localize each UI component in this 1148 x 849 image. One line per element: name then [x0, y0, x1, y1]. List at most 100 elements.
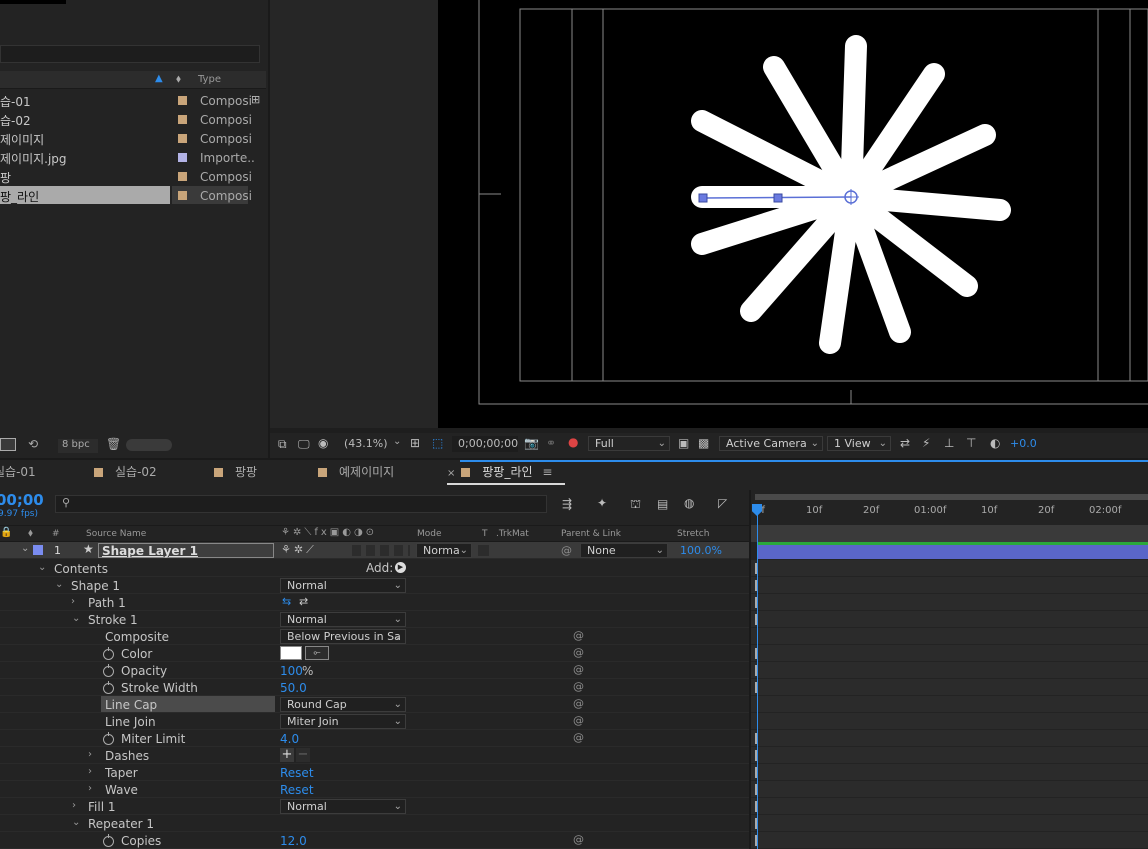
graph-editor-icon[interactable]: ◸ [718, 496, 727, 510]
project-item[interactable]: 팡 Composi [0, 167, 252, 186]
expression-pickwhip-icon[interactable]: @ [573, 697, 584, 710]
project-search-input[interactable] [0, 45, 260, 63]
grid-guides-icon[interactable]: ⊞ [410, 436, 420, 450]
add-menu-arrow-icon[interactable]: ▶ [395, 562, 406, 573]
property-row-line-cap[interactable]: Line Cap Round Cap ⌄ @ [0, 696, 750, 713]
toggle-mask-icon[interactable]: ⬚ [432, 436, 443, 450]
stroke-width-value[interactable]: 50.0 [280, 681, 307, 695]
property-row-fill1[interactable]: › Fill 1 Normal ⌄ [0, 798, 750, 815]
property-row-stroke1[interactable]: ⌄ Stroke 1 Normal ⌄ [0, 611, 750, 628]
miter-limit-value[interactable]: 4.0 [280, 732, 299, 746]
type-column-header[interactable]: Type [198, 74, 221, 85]
line-join-dropdown[interactable]: Miter Join ⌄ [280, 714, 406, 729]
add-dash-icon[interactable]: + [280, 748, 294, 762]
timeline-icon[interactable]: ⊥ [944, 436, 954, 450]
layer-duration-bar[interactable] [757, 542, 1148, 559]
mode-column-header[interactable]: Mode [417, 529, 442, 539]
property-row-color[interactable]: Color ⟜ @ [0, 645, 750, 662]
property-row-wave[interactable]: › Wave Reset [0, 781, 750, 798]
fast-previews-icon[interactable]: ⚡ [922, 436, 930, 450]
stretch-value[interactable]: 100.0% [680, 544, 722, 557]
timeline-search-input[interactable]: ⚲ [55, 495, 547, 513]
chevron-right-icon[interactable]: › [88, 749, 92, 760]
shy-layers-icon[interactable]: ⛫ [630, 497, 641, 513]
layer-switch-icons[interactable]: ⚘✲⟋ [281, 543, 317, 557]
expression-pickwhip-icon[interactable]: @ [573, 714, 584, 727]
region-of-interest-icon[interactable]: ▣ [678, 436, 689, 450]
interpret-footage-icon[interactable] [0, 438, 16, 451]
parent-dropdown[interactable]: None ⌄ [580, 543, 668, 558]
mask-icon[interactable]: ◉ [318, 436, 328, 450]
property-row-composite[interactable]: Composite Below Previous in Sa ⌄ @ [0, 628, 750, 645]
composite-dropdown[interactable]: Below Previous in Sa ⌄ [280, 629, 406, 644]
transparency-grid-icon[interactable]: ▩ [698, 436, 709, 450]
layer-name[interactable]: Shape Layer 1 [102, 544, 198, 558]
chevron-right-icon[interactable]: › [71, 596, 75, 607]
eyedropper-icon[interactable]: ⟜ [305, 646, 329, 660]
exposure-icon[interactable]: ◐ [990, 436, 1000, 450]
property-row-taper[interactable]: › Taper Reset [0, 764, 750, 781]
property-row-stroke-width[interactable]: Stroke Width 50.0 @ [0, 679, 750, 696]
time-ruler[interactable]: 0f 10f 20f 01:00f 10f 20f 02:00f [751, 490, 1148, 524]
project-item[interactable]: 습-01 Composi ⊞ [0, 91, 260, 110]
taper-reset-link[interactable]: Reset [280, 766, 314, 780]
view-layout-dropdown[interactable]: 1 View ⌄ [827, 436, 891, 451]
chevron-down-icon[interactable]: ⌄ [38, 562, 46, 573]
stopwatch-icon[interactable] [103, 834, 114, 847]
layer-row[interactable]: ⌄ 1 ★ Shape Layer 1 ⚘✲⟋ Norma ⌄ @ None ⌄ 1… [0, 542, 750, 559]
project-item[interactable]: 제이미지 Composi [0, 129, 252, 148]
chevron-right-icon[interactable]: › [72, 800, 76, 811]
expand-layer-chevron-icon[interactable]: ⌄ [21, 543, 29, 554]
stopwatch-icon[interactable] [103, 664, 114, 677]
property-row-line-join[interactable]: Line Join Miter Join ⌄ @ [0, 713, 750, 730]
flow-icon[interactable]: ⟲ [28, 437, 38, 451]
chevron-down-icon[interactable]: ⌄ [72, 613, 80, 624]
opacity-value[interactable]: 100 [280, 664, 303, 678]
tab-pangpang-line[interactable]: × 팡팡_라인 ≡ [447, 463, 552, 480]
layer-switch-boxes[interactable] [352, 545, 410, 556]
always-preview-icon[interactable]: ⧉ [278, 437, 287, 452]
expression-pickwhip-icon[interactable]: @ [573, 833, 584, 846]
property-row-miter-limit[interactable]: Miter Limit 4.0 @ [0, 730, 750, 747]
pickwhip-icon[interactable]: @ [561, 544, 572, 557]
panel-menu-icon[interactable]: ≡ [542, 465, 552, 479]
current-time-display[interactable]: 00;00 [0, 491, 44, 509]
snapshot-icon[interactable]: 📷 [524, 436, 539, 450]
trkmat-box[interactable] [478, 545, 489, 556]
exposure-value[interactable]: +0.0 [1010, 437, 1037, 450]
close-tab-icon[interactable]: × [447, 468, 455, 479]
chevron-down-icon[interactable]: ⌄ [72, 817, 80, 828]
expression-pickwhip-icon[interactable]: @ [573, 646, 584, 659]
property-row-path1[interactable]: › Path 1 ⇆ ⇄ [0, 594, 750, 611]
stopwatch-icon[interactable] [103, 647, 114, 660]
tab-pangpang[interactable]: 팡팡 [214, 463, 257, 480]
channel-rgb-icon[interactable]: ● [568, 435, 578, 449]
viewer-timecode[interactable]: 0;00;00;00 [452, 436, 518, 452]
composition-mini-flowchart-icon[interactable]: ⇶ [562, 497, 572, 511]
flowchart-icon[interactable]: ⊞ [251, 93, 260, 106]
copies-value[interactable]: 12.0 [280, 834, 307, 848]
tab-practice-02[interactable]: 실습-02 [94, 463, 157, 480]
resolution-dropdown[interactable]: Full ⌄ [588, 436, 670, 451]
chevron-down-icon[interactable]: ⌄ [55, 579, 63, 590]
zoom-chevron-icon[interactable]: ⌄ [393, 436, 401, 447]
motion-blur-icon[interactable]: ◍ [684, 496, 694, 510]
tab-example-image[interactable]: 예제이미지 [318, 463, 394, 480]
line-cap-dropdown[interactable]: Round Cap ⌄ [280, 697, 406, 712]
chevron-right-icon[interactable]: › [88, 766, 92, 777]
remove-dash-icon[interactable]: − [296, 748, 310, 762]
color-swatch[interactable] [280, 646, 302, 660]
work-area-bar[interactable] [755, 494, 1148, 500]
property-row-shape1[interactable]: ⌄ Shape 1 Normal ⌄ [0, 577, 750, 594]
path-reverse-icon[interactable]: ⇄ [299, 595, 308, 608]
layer-mode-dropdown[interactable]: Norma ⌄ [416, 543, 472, 558]
layer-label-color[interactable] [33, 545, 43, 555]
composition-canvas[interactable] [438, 0, 1148, 428]
source-name-column-header[interactable]: Source Name [86, 529, 146, 539]
project-scrollbar[interactable] [126, 439, 172, 451]
wave-reset-link[interactable]: Reset [280, 783, 314, 797]
current-time-indicator-line[interactable] [757, 504, 758, 849]
fill1-mode-dropdown[interactable]: Normal ⌄ [280, 799, 406, 814]
flowchart-icon[interactable]: ⊤ [966, 436, 976, 450]
sort-ascending-icon[interactable]: ▲ [155, 73, 163, 84]
